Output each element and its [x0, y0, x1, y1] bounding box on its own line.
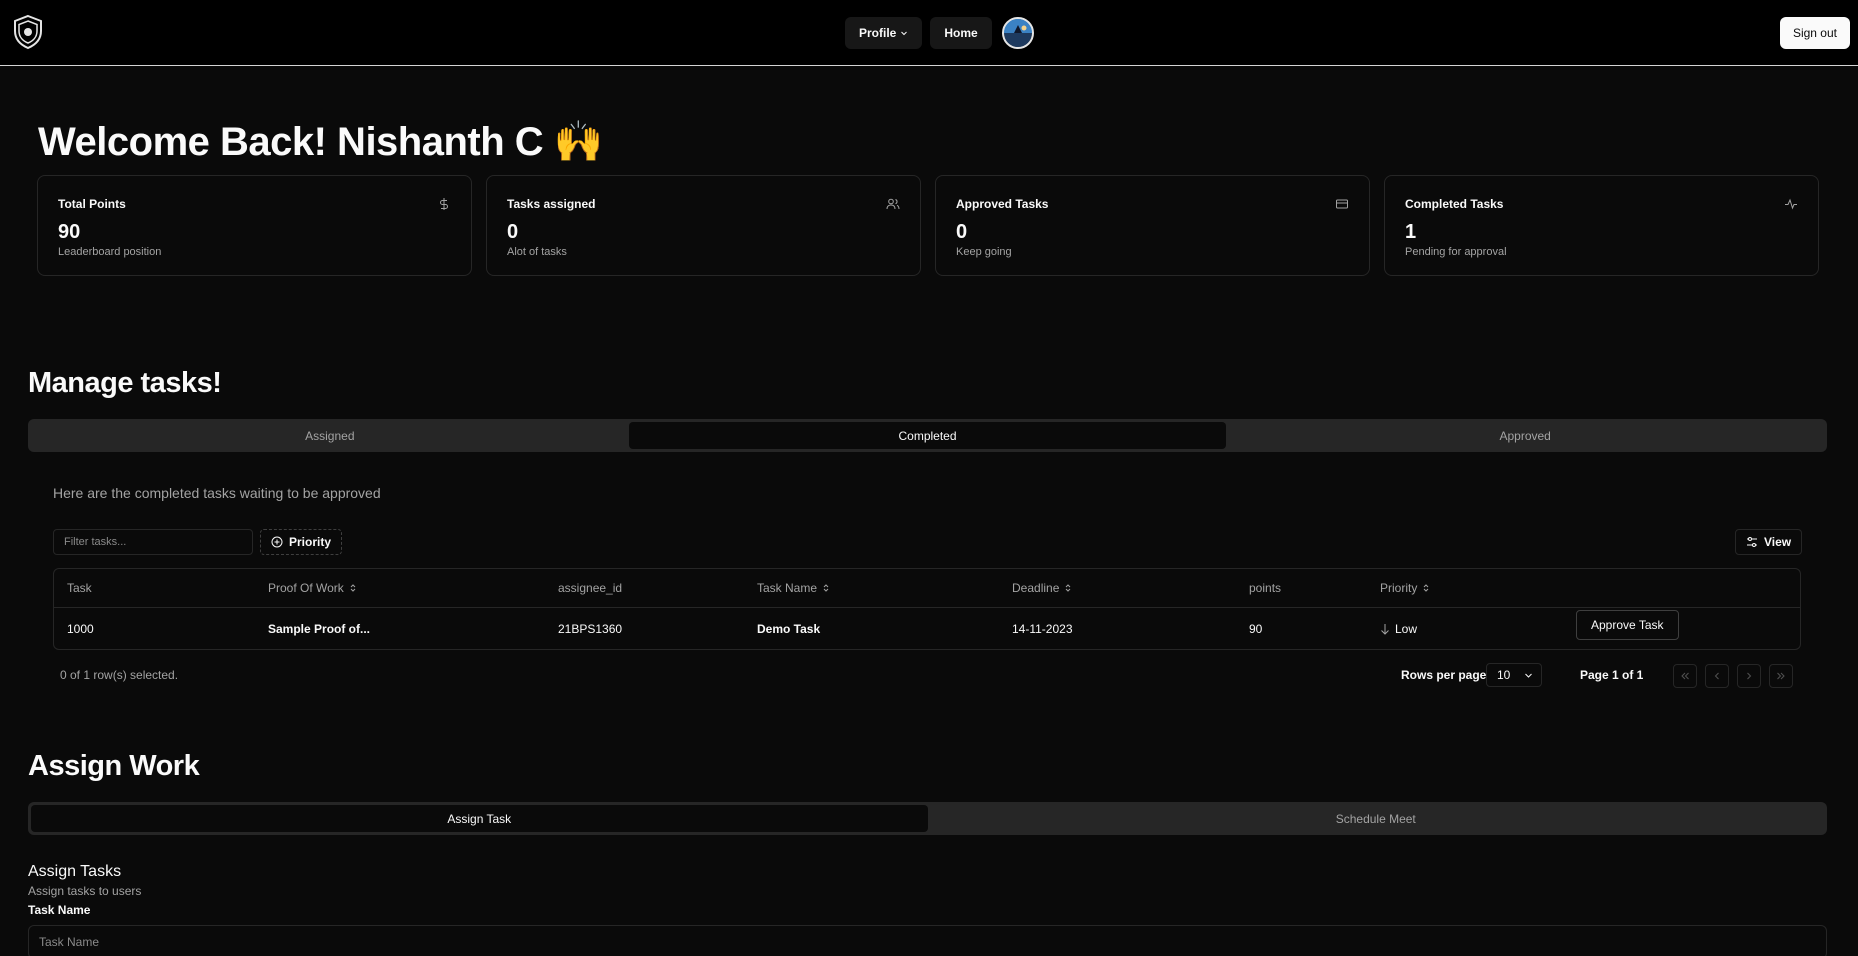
chevron-down-icon	[1524, 671, 1533, 680]
stat-value: 0	[507, 221, 519, 243]
column-header-priority[interactable]: Priority	[1380, 569, 1430, 607]
cell-priority: Low	[1380, 608, 1417, 650]
avatar[interactable]	[1001, 17, 1034, 49]
column-header-task: Task	[67, 581, 92, 595]
task-name-input[interactable]	[28, 925, 1827, 956]
column-header-task-name[interactable]: Task Name	[757, 569, 830, 607]
plus-circle-icon	[271, 536, 283, 548]
approve-task-button[interactable]: Approve Task	[1576, 610, 1679, 640]
next-page-button[interactable]	[1737, 664, 1761, 688]
profile-label: Profile	[859, 26, 897, 40]
cell-assignee-id: 21BPS1360	[558, 622, 623, 636]
column-header-proof-of-work[interactable]: Proof Of Work	[268, 569, 357, 607]
dollar-icon	[437, 197, 451, 211]
column-header-deadline[interactable]: Deadline	[1012, 569, 1072, 607]
stat-value: 90	[58, 221, 81, 243]
pagination	[1673, 664, 1793, 688]
assign-tabs: Assign Task Schedule Meet	[28, 802, 1827, 835]
activity-icon	[1784, 197, 1798, 211]
stat-title: Total Points	[58, 197, 126, 211]
chevrons-right-icon	[1776, 671, 1786, 681]
raising-hands-emoji: 🙌	[553, 120, 604, 164]
stat-card-total-points: Total Points 90 Leaderboard position	[37, 175, 472, 276]
priority-filter-label: Priority	[289, 535, 332, 549]
rows-per-page-value: 10	[1497, 668, 1511, 682]
stat-value: 1	[1405, 221, 1417, 243]
tab-description: Here are the completed tasks waiting to …	[53, 485, 381, 501]
tasks-table: Task Proof Of Work assignee_id Task Name…	[53, 568, 1801, 650]
first-page-button[interactable]	[1673, 664, 1697, 688]
priority-filter-button[interactable]: Priority	[260, 529, 343, 555]
rows-per-page-label: Rows per page	[1401, 668, 1487, 682]
shield-logo-icon[interactable]	[12, 14, 44, 50]
selection-count: 0 of 1 row(s) selected.	[60, 668, 179, 682]
page-info: Page 1 of 1	[1580, 668, 1644, 682]
cell-task-name: Demo Task	[757, 622, 821, 636]
priority-value: Low	[1395, 622, 1418, 636]
tab-completed[interactable]: Completed	[628, 422, 1227, 449]
previous-page-button[interactable]	[1705, 664, 1729, 688]
stat-subtext: Alot of tasks	[507, 246, 567, 258]
last-page-button[interactable]	[1769, 664, 1793, 688]
stat-card-approved-tasks: Approved Tasks 0 Keep going	[935, 175, 1370, 276]
view-label: View	[1764, 535, 1792, 549]
home-link[interactable]: Home	[930, 17, 992, 49]
stat-card-completed-tasks: Completed Tasks 1 Pending for approval	[1384, 175, 1819, 276]
proof-of-work-link[interactable]: Sample Proof of...	[268, 608, 370, 650]
stat-subtext: Leaderboard position	[58, 246, 162, 258]
assign-tasks-subtitle: Assign tasks to users	[28, 884, 142, 898]
column-header-assignee-id: assignee_id	[558, 581, 623, 595]
stat-card-tasks-assigned: Tasks assigned 0 Alot of tasks	[486, 175, 921, 276]
top-navbar: Profile Home Sign out	[0, 0, 1858, 66]
cell-deadline: 14-11-2023	[1012, 622, 1073, 636]
cell-points: 90	[1249, 622, 1263, 636]
assign-work-heading: Assign Work	[28, 750, 200, 782]
sort-icon	[1064, 583, 1072, 593]
assign-tasks-title: Assign Tasks	[28, 863, 122, 880]
stat-title: Approved Tasks	[956, 197, 1049, 211]
table-row: 1000 Sample Proof of... 21BPS1360 Demo T…	[54, 608, 1800, 650]
sort-icon	[1422, 583, 1430, 593]
main-nav: Profile Home	[845, 17, 1034, 49]
cell-task-id: 1000	[67, 622, 94, 636]
credit-card-icon	[1335, 197, 1349, 211]
filter-tasks-input[interactable]	[53, 529, 253, 555]
view-options-button[interactable]: View	[1735, 529, 1803, 555]
table-header: Task Proof Of Work assignee_id Task Name…	[54, 569, 1800, 608]
chevron-down-icon	[900, 29, 908, 37]
stat-subtext: Pending for approval	[1405, 246, 1507, 258]
sliders-icon	[1746, 536, 1758, 548]
sort-icon	[349, 583, 357, 593]
welcome-text: Welcome Back! Nishanth C	[38, 120, 544, 164]
arrow-down-icon	[1380, 623, 1390, 635]
stat-subtext: Keep going	[956, 246, 1012, 258]
chevron-left-icon	[1712, 671, 1722, 681]
welcome-heading: Welcome Back! Nishanth C 🙌	[38, 118, 604, 165]
stat-title: Tasks assigned	[507, 197, 596, 211]
stats-cards: Total Points 90 Leaderboard position Tas…	[37, 175, 1819, 276]
manage-tasks-heading: Manage tasks!	[28, 367, 222, 399]
chevrons-left-icon	[1680, 671, 1690, 681]
tab-assigned[interactable]: Assigned	[31, 422, 629, 449]
tab-assign-task[interactable]: Assign Task	[31, 805, 928, 832]
tab-approved[interactable]: Approved	[1226, 422, 1824, 449]
sign-out-button[interactable]: Sign out	[1779, 17, 1850, 49]
stat-title: Completed Tasks	[1405, 197, 1504, 211]
manage-tabs: Assigned Completed Approved	[28, 419, 1827, 452]
profile-menu-button[interactable]: Profile	[845, 17, 923, 49]
stat-value: 0	[956, 221, 968, 243]
sort-icon	[822, 583, 830, 593]
rows-per-page-select[interactable]: 10	[1486, 663, 1542, 687]
column-header-points: points	[1249, 581, 1282, 595]
chevron-right-icon	[1744, 671, 1754, 681]
users-icon	[886, 197, 900, 211]
tab-schedule-meet[interactable]: Schedule Meet	[928, 805, 1825, 832]
task-name-label: Task Name	[28, 903, 91, 917]
